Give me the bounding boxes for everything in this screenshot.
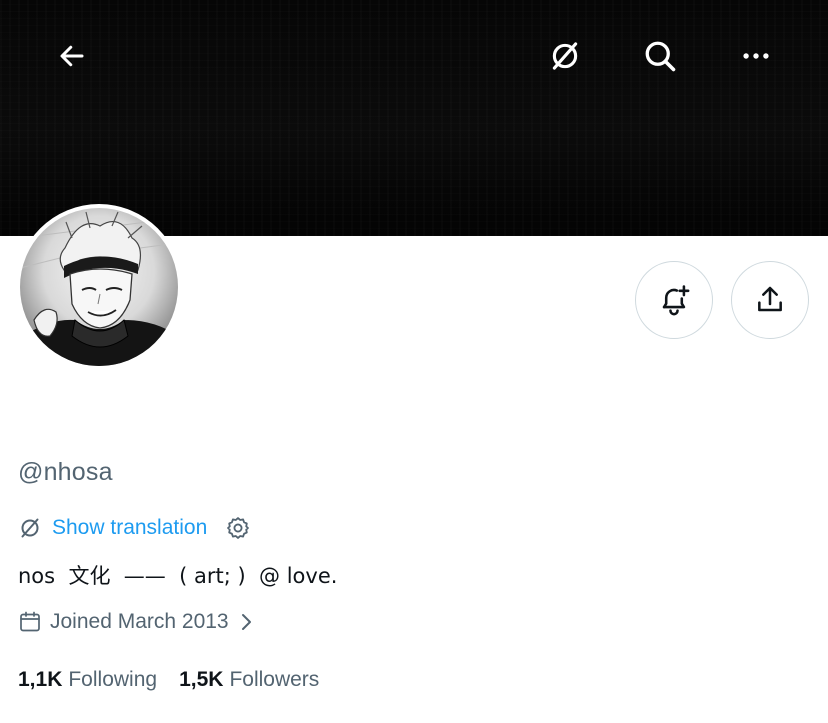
joined-date: Joined March 2013 <box>50 610 229 633</box>
following-label: Following <box>68 668 158 691</box>
following-count: 1,1K <box>18 668 63 691</box>
translation-row: Show translation <box>18 512 251 544</box>
share-icon <box>758 286 782 312</box>
search-icon <box>645 41 676 72</box>
gear-icon[interactable] <box>225 515 251 541</box>
search-button[interactable] <box>632 28 688 84</box>
following-link[interactable]: 1,1K Following <box>18 668 157 692</box>
translate-icon <box>21 518 39 538</box>
joined-date-row[interactable]: Joined March 2013 <box>18 606 253 638</box>
banner-texture <box>0 0 828 236</box>
avatar[interactable] <box>16 204 182 370</box>
profile-banner[interactable] <box>0 0 828 236</box>
chevron-right-icon <box>241 614 251 630</box>
show-translation-link[interactable]: Show translation <box>52 516 207 540</box>
avatar-image <box>20 208 178 366</box>
follow-stats: 1,1K Following 1,5K Followers <box>18 664 341 696</box>
back-arrow-icon <box>60 45 84 67</box>
translate-button[interactable] <box>537 28 593 84</box>
notifications-button[interactable] <box>635 261 713 339</box>
followers-link[interactable]: 1,5K Followers <box>179 668 319 692</box>
profile-bio: nos 文化 —— ( art; ) @ love. <box>18 564 338 588</box>
more-button[interactable] <box>728 28 784 84</box>
bell-plus-icon <box>662 285 690 316</box>
more-icon <box>743 53 769 59</box>
profile-page: @nhosa Show translation nos 文化 —— ( art;… <box>0 0 828 723</box>
calendar-icon <box>20 611 40 632</box>
avatar-illustration <box>20 211 178 366</box>
followers-count: 1,5K <box>179 668 224 691</box>
translate-icon <box>552 42 578 70</box>
share-button[interactable] <box>731 261 809 339</box>
back-button[interactable] <box>44 28 100 84</box>
followers-label: Followers <box>229 668 320 691</box>
profile-handle: @nhosa <box>18 458 113 486</box>
